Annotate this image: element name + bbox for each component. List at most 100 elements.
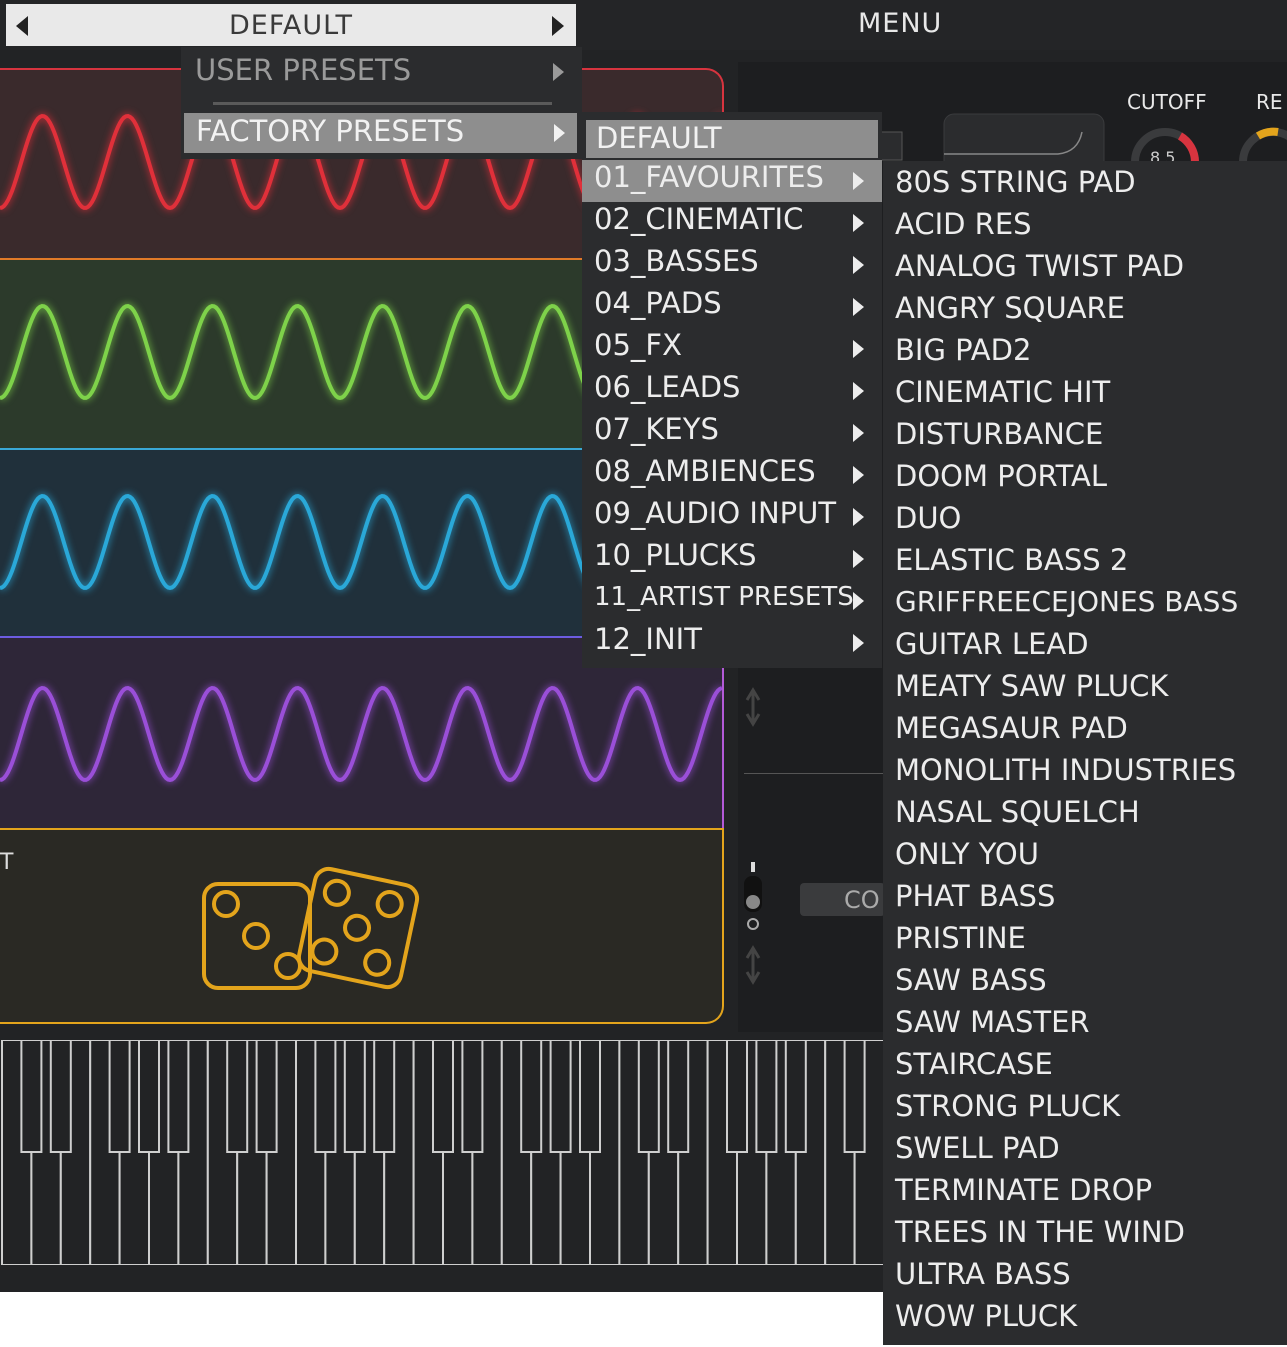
submenu-arrow-icon bbox=[853, 634, 864, 652]
submenu-arrow-icon bbox=[853, 466, 864, 484]
menu-item-label: 11_ARTIST PRESETS bbox=[594, 582, 854, 612]
preset-item[interactable]: MEGASAUR PAD bbox=[895, 711, 1128, 745]
preset-item[interactable]: ANALOG TWIST PAD bbox=[895, 249, 1184, 283]
menu-button[interactable]: MENU bbox=[858, 8, 942, 39]
menu-item-01-favourites[interactable]: 01_FAVOURITES bbox=[582, 160, 882, 202]
preset-item[interactable]: BIG PAD2 bbox=[895, 333, 1031, 367]
preset-item[interactable]: SAW MASTER bbox=[895, 1005, 1090, 1039]
black-key[interactable] bbox=[432, 1040, 454, 1153]
preset-item[interactable]: ANGRY SQUARE bbox=[895, 291, 1125, 325]
black-key[interactable] bbox=[784, 1040, 807, 1153]
black-key[interactable] bbox=[314, 1040, 337, 1153]
submenu-arrow-icon bbox=[853, 592, 864, 610]
synth-app: DEFAULT MENU T CUTOFF 8.5 RE CO USER PRE… bbox=[0, 0, 1287, 1345]
menu-item-label: 09_AUDIO INPUT bbox=[594, 496, 837, 530]
submenu-arrow-icon bbox=[553, 63, 564, 81]
preset-item[interactable]: 80S STRING PAD bbox=[895, 165, 1136, 199]
next-preset-icon[interactable] bbox=[552, 16, 564, 36]
black-key[interactable] bbox=[167, 1040, 190, 1153]
menu-item-09-audio-input[interactable]: 09_AUDIO INPUT bbox=[582, 496, 882, 538]
submenu-arrow-icon bbox=[853, 508, 864, 526]
preset-item[interactable]: NASAL SQUELCH bbox=[895, 795, 1140, 829]
black-key[interactable] bbox=[49, 1040, 72, 1153]
menu-item-label: FACTORY PRESETS bbox=[196, 114, 465, 148]
submenu-arrow-icon bbox=[853, 256, 864, 274]
preset-selector[interactable]: DEFAULT bbox=[6, 4, 576, 46]
preset-item[interactable]: STRONG PLUCK bbox=[895, 1089, 1120, 1123]
menu-item-05-fx[interactable]: 05_FX bbox=[582, 328, 882, 370]
preset-item[interactable]: GUITAR LEAD bbox=[895, 627, 1089, 661]
preset-item[interactable]: ELASTIC BASS 2 bbox=[895, 543, 1128, 577]
menu-item-label: 06_LEADS bbox=[594, 370, 741, 404]
preset-item[interactable]: STAIRCASE bbox=[895, 1047, 1053, 1081]
menu-item-label: 03_BASSES bbox=[594, 244, 759, 278]
divider bbox=[744, 773, 884, 774]
submenu-arrow-icon bbox=[853, 382, 864, 400]
preset-item[interactable]: DOOM PORTAL bbox=[895, 459, 1107, 493]
black-key[interactable] bbox=[520, 1040, 543, 1153]
black-key[interactable] bbox=[726, 1040, 748, 1153]
preset-item[interactable]: ACID RES bbox=[895, 207, 1032, 241]
menu-separator bbox=[213, 102, 552, 105]
black-key[interactable] bbox=[755, 1040, 778, 1153]
preset-item[interactable]: MEATY SAW PLUCK bbox=[895, 669, 1168, 703]
preset-item[interactable]: PHAT BASS bbox=[895, 879, 1055, 913]
preset-item[interactable]: GRIFFREECEJONES BASS bbox=[895, 585, 1238, 618]
menu-item-03-basses[interactable]: 03_BASSES bbox=[582, 244, 882, 286]
black-key[interactable] bbox=[138, 1040, 160, 1153]
black-key[interactable] bbox=[20, 1040, 43, 1153]
menu-item-default[interactable]: DEFAULT bbox=[586, 120, 878, 158]
menu-item-07-keys[interactable]: 07_KEYS bbox=[582, 412, 882, 454]
cutoff-label: CUTOFF bbox=[1127, 90, 1207, 114]
preset-item[interactable]: DISTURBANCE bbox=[895, 417, 1103, 451]
submenu-arrow-icon bbox=[554, 124, 565, 142]
preset-item[interactable]: MONOLITH INDUSTRIES bbox=[895, 753, 1236, 787]
black-key[interactable] bbox=[373, 1040, 396, 1153]
menu-item-label: DEFAULT bbox=[596, 121, 722, 155]
black-key[interactable] bbox=[108, 1040, 131, 1153]
menu-item-label: 01_FAVOURITES bbox=[594, 160, 824, 194]
black-key[interactable] bbox=[637, 1040, 660, 1153]
black-key[interactable] bbox=[579, 1040, 601, 1153]
submenu-arrow-icon bbox=[853, 172, 864, 190]
submenu-arrow-icon bbox=[853, 424, 864, 442]
preset-item[interactable]: PRISTINE bbox=[895, 921, 1026, 955]
piano-keyboard[interactable] bbox=[0, 1040, 884, 1265]
black-key[interactable] bbox=[549, 1040, 572, 1153]
preset-item[interactable]: SWELL PAD bbox=[895, 1131, 1060, 1165]
black-key[interactable] bbox=[843, 1040, 866, 1153]
black-key[interactable] bbox=[461, 1040, 484, 1153]
black-key[interactable] bbox=[255, 1040, 278, 1153]
factory-presets-submenu: DEFAULT 01_FAVOURITES 02_CINEMATIC 03_BA… bbox=[582, 112, 882, 668]
top-bar: DEFAULT MENU bbox=[0, 0, 1287, 50]
preset-item[interactable]: ULTRA BASS bbox=[895, 1257, 1071, 1291]
menu-item-06-leads[interactable]: 06_LEADS bbox=[582, 370, 882, 412]
preset-item[interactable]: TREES IN THE WIND bbox=[895, 1215, 1185, 1249]
menu-item-10-plucks[interactable]: 10_PLUCKS bbox=[582, 538, 882, 580]
preset-item[interactable]: SAW BASS bbox=[895, 963, 1047, 997]
menu-item-label: 05_FX bbox=[594, 328, 682, 362]
preset-item[interactable]: TERMINATE DROP bbox=[895, 1173, 1152, 1207]
preset-item[interactable]: ONLY YOU bbox=[895, 837, 1039, 871]
menu-item-12-init[interactable]: 12_INIT bbox=[582, 622, 882, 664]
menu-item-02-cinematic[interactable]: 02_CINEMATIC bbox=[582, 202, 882, 244]
preset-item[interactable]: DUO bbox=[895, 501, 961, 535]
menu-item-label: 10_PLUCKS bbox=[594, 538, 757, 572]
preset-item[interactable]: CINEMATIC HIT bbox=[895, 375, 1110, 409]
black-key[interactable] bbox=[226, 1040, 249, 1153]
menu-item-11-artist-presets[interactable]: 11_ARTIST PRESETS bbox=[582, 580, 882, 622]
menu-item-label: 08_AMBIENCES bbox=[594, 454, 816, 488]
menu-item-label: 04_PADS bbox=[594, 286, 722, 320]
black-key[interactable] bbox=[667, 1040, 690, 1153]
submenu-arrow-icon bbox=[853, 298, 864, 316]
menu-item-user-presets[interactable]: USER PRESETS bbox=[195, 53, 411, 87]
current-preset-name[interactable]: DEFAULT bbox=[6, 10, 576, 41]
dice-icon[interactable] bbox=[0, 830, 722, 1022]
menu-item-factory-presets[interactable]: FACTORY PRESETS bbox=[184, 113, 577, 153]
black-key[interactable] bbox=[343, 1040, 366, 1153]
resonance-label: RE bbox=[1256, 90, 1283, 114]
preset-item[interactable]: WOW PLUCK bbox=[895, 1299, 1077, 1333]
menu-item-08-ambiences[interactable]: 08_AMBIENCES bbox=[582, 454, 882, 496]
menu-item-04-pads[interactable]: 04_PADS bbox=[582, 286, 882, 328]
co-button[interactable]: CO bbox=[800, 883, 885, 916]
